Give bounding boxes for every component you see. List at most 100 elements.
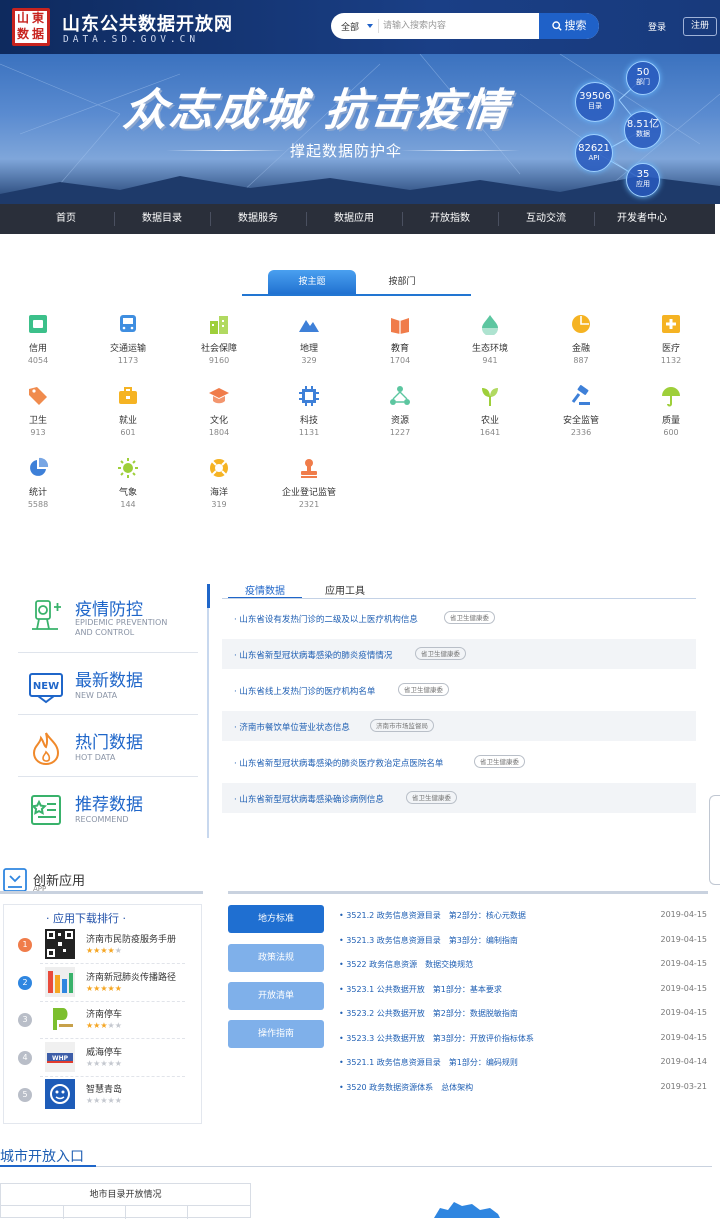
category-item[interactable]: 医疗 1132 — [636, 313, 706, 366]
category-item[interactable]: 教育 1704 — [365, 313, 435, 366]
search-scope-select[interactable]: 全部 — [341, 20, 359, 33]
search-button[interactable]: 搜索 — [539, 13, 599, 39]
credit-card-icon — [29, 315, 47, 333]
chevron-down-icon[interactable] — [367, 24, 373, 28]
category-name: 交通运输 — [109, 344, 146, 354]
star-icon: ★ — [100, 983, 108, 993]
category-item[interactable]: 质量 600 — [636, 385, 706, 438]
list-item[interactable]: · 山东省设有发热门诊的二级及以上医疗机构信息 省卫生健康委 — [222, 603, 696, 633]
category-item[interactable]: 科技 1131 — [274, 385, 344, 438]
login-link[interactable]: 登录 — [648, 20, 666, 33]
app-rank-title: · 应用下载排行 · — [46, 912, 126, 925]
star-icon: ★ — [107, 983, 115, 993]
category-item[interactable]: 企业登记监管 2321 — [274, 457, 344, 510]
city-entry-title: 城市开放入口 — [0, 1149, 84, 1165]
tab-by-department[interactable]: 按部门 — [372, 270, 432, 295]
category-item[interactable]: 交通运输 1173 — [93, 313, 163, 366]
category-item[interactable]: 信用 4054 — [3, 313, 73, 366]
tab-epidemic-data[interactable]: 疫情数据 — [228, 582, 302, 599]
stat-label: 部门 — [636, 78, 650, 86]
nav-data-apps[interactable]: 数据应用 — [306, 204, 402, 234]
stat-label: 应用 — [636, 180, 650, 188]
category-item[interactable]: 农业 1641 — [455, 385, 525, 438]
feature-recommend[interactable]: 推荐数据 RECOMMEND — [18, 780, 198, 840]
category-item[interactable]: 金融 887 — [546, 313, 616, 366]
standard-text: • 3523.2 公共数据开放 第2部分：数据脱敏指南 — [339, 1009, 518, 1018]
standard-row[interactable]: • 3523.2 公共数据开放 第2部分：数据脱敏指南 2019-04-15 — [339, 1003, 709, 1023]
category-item[interactable]: 地理 329 — [274, 313, 344, 366]
list-item-title: 山东省新型冠状病毒感染的肺炎疫情情况 — [239, 651, 393, 661]
standard-date: 2019-04-15 — [660, 1008, 708, 1017]
umbrella-icon — [662, 387, 680, 407]
category-count: 5588 — [27, 500, 49, 509]
nav-data-catalog[interactable]: 数据目录 — [114, 204, 210, 234]
standard-row[interactable]: • 3522 政务信息资源 数据交换规范 2019-04-15 — [339, 954, 709, 974]
app-rank-item[interactable]: 5 智慧青岛 ★★★★★ — [6, 1076, 196, 1114]
btn-local-standards[interactable]: 地方标准 — [228, 905, 324, 933]
list-item-text: · 山东省新型冠状病毒感染确诊病例信息 — [234, 795, 384, 805]
category-item[interactable]: 生态环境 941 — [455, 313, 525, 366]
category-item[interactable]: 海洋 319 — [184, 457, 254, 510]
app-rank-item[interactable]: 1 济南市民防疫服务手册 ★★★★★ — [6, 926, 196, 964]
book-icon — [391, 318, 409, 334]
feature-subtitle: EPIDEMIC PREVENTION — [75, 618, 168, 627]
sprout-icon — [482, 388, 498, 406]
side-float-tab[interactable] — [709, 795, 720, 885]
category-item[interactable]: 就业 601 — [93, 385, 163, 438]
search-input[interactable] — [383, 17, 533, 35]
category-name: 企业登记监管 — [281, 488, 336, 498]
standard-row[interactable]: • 3523.3 公共数据开放 第3部分：开放评价指标体系 2019-04-15 — [339, 1028, 709, 1048]
standard-date: 2019-04-15 — [660, 934, 708, 944]
standard-row[interactable]: • 3523.1 公共数据开放 第1部分：基本要求 2019-04-15 — [339, 979, 709, 999]
list-item[interactable]: · 山东省线上发热门诊的医疗机构名单 省卫生健康委 — [222, 675, 696, 705]
nav-interaction[interactable]: 互动交流 — [498, 204, 594, 234]
vertical-divider-active — [207, 584, 210, 608]
category-item[interactable]: 气象 144 — [93, 457, 163, 510]
svg-text:NEW: NEW — [33, 681, 59, 692]
nav-home[interactable]: 首页 — [18, 204, 114, 234]
standard-row[interactable]: • 3521.3 政务信息资源目录 第3部分：编制指南 2019-04-15 — [339, 930, 709, 950]
app-rank-item[interactable]: 3 济南停车 ★★★★★ — [6, 1001, 196, 1039]
category-item[interactable]: 统计 5588 — [3, 457, 73, 510]
nav-developer[interactable]: 开发者中心 — [594, 204, 690, 234]
standard-row[interactable]: • 3521.2 政务信息资源目录 第2部分：核心元数据 2019-04-15 — [339, 905, 709, 925]
stat-value: 39506 — [579, 91, 611, 102]
graduation-cap-icon — [209, 388, 229, 404]
btn-policies[interactable]: 政策法规 — [228, 944, 324, 972]
register-button[interactable]: 注册 — [683, 17, 717, 36]
stat-bubble-catalog[interactable]: 39506 目录 — [575, 82, 615, 122]
app-rank-item[interactable]: 2 济南新冠肺炎传播路径 ★★★★★ — [6, 964, 196, 1002]
category-item[interactable]: 社会保障 9160 — [184, 313, 254, 366]
stat-bubble-departments[interactable]: 50 部门 — [626, 61, 660, 95]
nav-data-service[interactable]: 数据服务 — [210, 204, 306, 234]
site-title[interactable]: 山东公共数据开放网 — [62, 10, 233, 36]
list-item-text: · 山东省线上发热门诊的医疗机构名单 — [234, 687, 376, 697]
category-item[interactable]: 卫生 913 — [3, 385, 73, 438]
stat-label: 数据 — [636, 130, 650, 138]
list-item[interactable]: · 山东省新型冠状病毒感染的肺炎医疗救治定点医院名单 省卫生健康委 — [222, 747, 696, 777]
stat-bubble-apps[interactable]: 35 应用 — [626, 163, 660, 197]
logo-glyph: 据 — [32, 27, 45, 41]
stat-bubble-api[interactable]: 82621 API — [575, 134, 613, 172]
feature-new-data[interactable]: NEW 最新数据 NEW DATA — [18, 656, 198, 716]
list-item-title: 山东省线上发热门诊的医疗机构名单 — [239, 687, 376, 697]
list-item[interactable]: · 济南市餐饮单位营业状态信息 济南市市场监督局 — [222, 711, 696, 741]
tab-by-theme[interactable]: 按主题 — [268, 270, 356, 295]
tab-app-tools[interactable]: 应用工具 — [313, 582, 377, 597]
category-item[interactable]: 安全监管 2336 — [546, 385, 616, 438]
feature-hot-data[interactable]: 热门数据 HOT DATA — [18, 718, 198, 778]
btn-open-list[interactable]: 开放清单 — [228, 982, 324, 1010]
list-item[interactable]: · 山东省新型冠状病毒感染的肺炎疫情情况 省卫生健康委 — [222, 639, 696, 669]
app-rank-item[interactable]: 4 WHP 威海停车 ★★★★★ — [6, 1039, 196, 1077]
category-item[interactable]: 资源 1227 — [365, 385, 435, 438]
stat-bubble-data[interactable]: 8.51亿 数据 — [624, 111, 662, 149]
standard-row[interactable]: • 3521.1 政务信息资源目录 第1部分：编码规则 2019-04-14 — [339, 1052, 709, 1072]
btn-guide[interactable]: 操作指南 — [228, 1020, 324, 1048]
feature-epidemic-control[interactable]: 疫情防控 EPIDEMIC PREVENTION AND CONTROL — [18, 585, 198, 645]
site-logo[interactable]: 山 東 数 据 — [12, 8, 50, 46]
category-item[interactable]: 文化 1804 — [184, 385, 254, 438]
nav-open-index[interactable]: 开放指数 — [402, 204, 498, 234]
app-name: 济南新冠肺炎传播路径 — [86, 972, 177, 983]
standard-row[interactable]: • 3520 政务数据资源体系 总体架构 2019-03-21 — [339, 1077, 709, 1097]
list-item[interactable]: · 山东省新型冠状病毒感染确诊病例信息 省卫生健康委 — [222, 783, 696, 813]
